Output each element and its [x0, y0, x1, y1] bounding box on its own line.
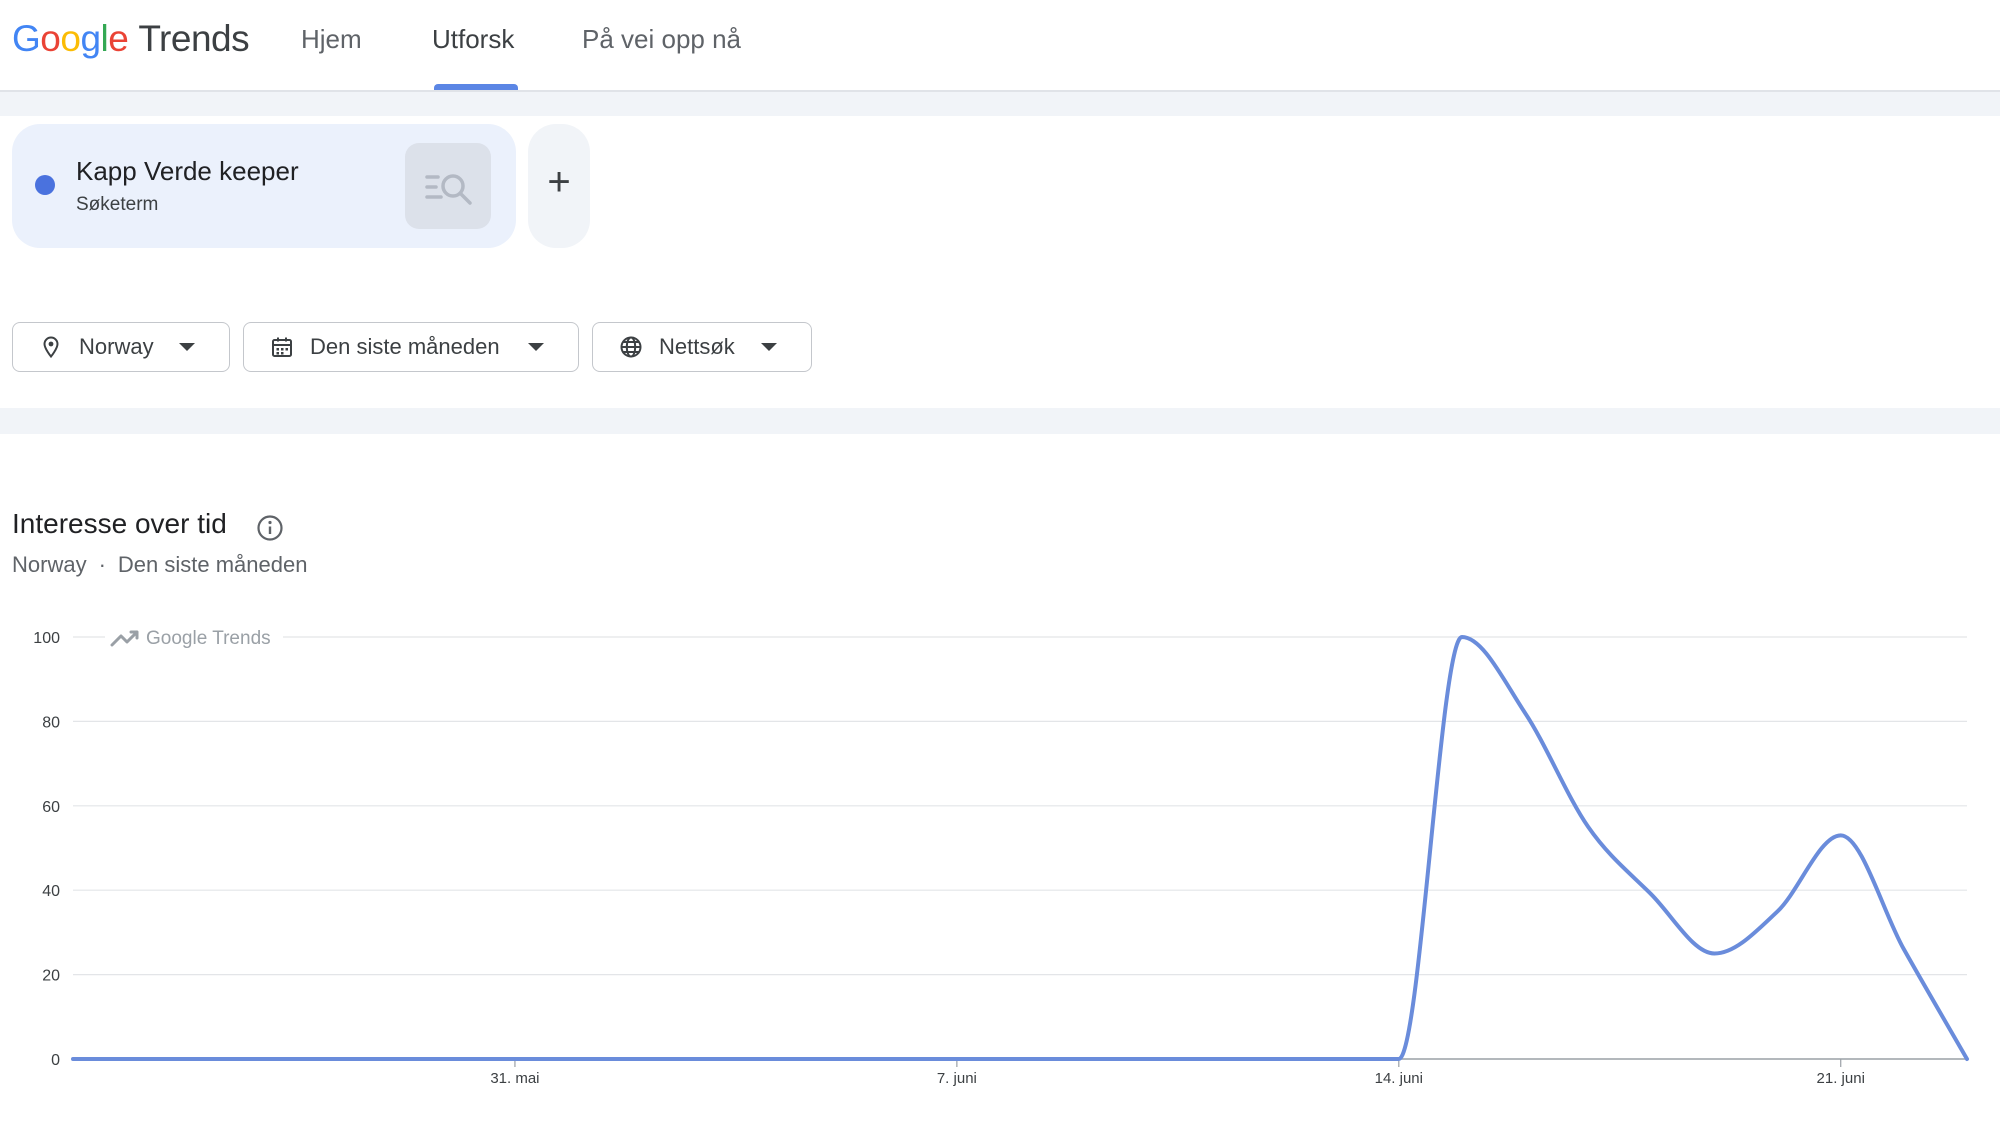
y-tick-label: 40 — [42, 883, 60, 900]
chart-watermark: Google Trends — [146, 628, 271, 649]
subtitle-separator: · — [98, 552, 106, 577]
divider-band — [0, 408, 2000, 434]
location-filter[interactable]: Norway — [12, 322, 230, 372]
y-tick-label: 80 — [42, 714, 60, 731]
x-tick-label: 21. juni — [1817, 1070, 1865, 1087]
y-tick-label: 0 — [51, 1052, 60, 1069]
tab-hjem[interactable]: Hjem — [301, 24, 362, 55]
section-title: Interesse over tid — [12, 508, 227, 539]
period-filter[interactable]: Den siste måneden — [243, 322, 579, 372]
x-tick-label: 14. juni — [1375, 1070, 1423, 1087]
google-trends-logo[interactable]: Google Trends — [12, 18, 250, 60]
chevron-down-icon — [179, 343, 195, 351]
location-pin-icon — [43, 336, 59, 359]
y-tick-label: 100 — [33, 630, 60, 647]
subtitle-location: Norway — [12, 552, 87, 577]
logo-trends: Trends — [138, 18, 250, 59]
tab-pa-vei-opp-na[interactable]: På vei opp nå — [582, 24, 741, 55]
x-tick-label: 31. mai — [490, 1070, 539, 1087]
period-filter-label: Den siste måneden — [310, 334, 500, 359]
search-term-card[interactable]: Kapp Verde keeper Søketerm — [12, 124, 516, 248]
search-type-filter[interactable]: Nettsøk — [592, 322, 812, 372]
interest-over-time-chart[interactable]: 0 20 40 60 80 100 31. mai 7. juni 14. juni 21. ju… — [0, 600, 2000, 1100]
add-comparison-button[interactable]: + — [528, 124, 590, 248]
chevron-down-icon — [528, 343, 544, 351]
x-tick-label: 7. juni — [937, 1070, 977, 1087]
divider-band — [0, 92, 2000, 116]
chevron-down-icon — [761, 343, 777, 351]
y-tick-label: 60 — [42, 799, 60, 816]
top-bar: Google Trends Hjem Utforsk På vei opp nå — [0, 0, 2000, 92]
term-search-button[interactable] — [405, 143, 491, 229]
series-line[interactable] — [71, 635, 1969, 1061]
section-subtitle: Norway · Den siste måneden — [12, 552, 307, 578]
location-filter-label: Norway — [79, 334, 154, 359]
term-color-dot — [35, 175, 55, 195]
tab-utforsk[interactable]: Utforsk — [432, 24, 514, 55]
info-icon[interactable] — [256, 514, 284, 542]
globe-icon — [620, 336, 642, 358]
term-type: Søketerm — [76, 194, 159, 215]
search-type-filter-label: Nettsøk — [659, 334, 735, 359]
search-list-icon — [425, 174, 472, 205]
term-name: Kapp Verde keeper — [76, 156, 299, 186]
logo-google: Google — [12, 18, 129, 59]
subtitle-period: Den siste måneden — [117, 552, 308, 577]
y-tick-label: 20 — [42, 968, 60, 985]
calendar-icon — [272, 337, 292, 357]
active-tab-indicator — [434, 84, 518, 90]
plus-icon: + — [547, 160, 571, 204]
